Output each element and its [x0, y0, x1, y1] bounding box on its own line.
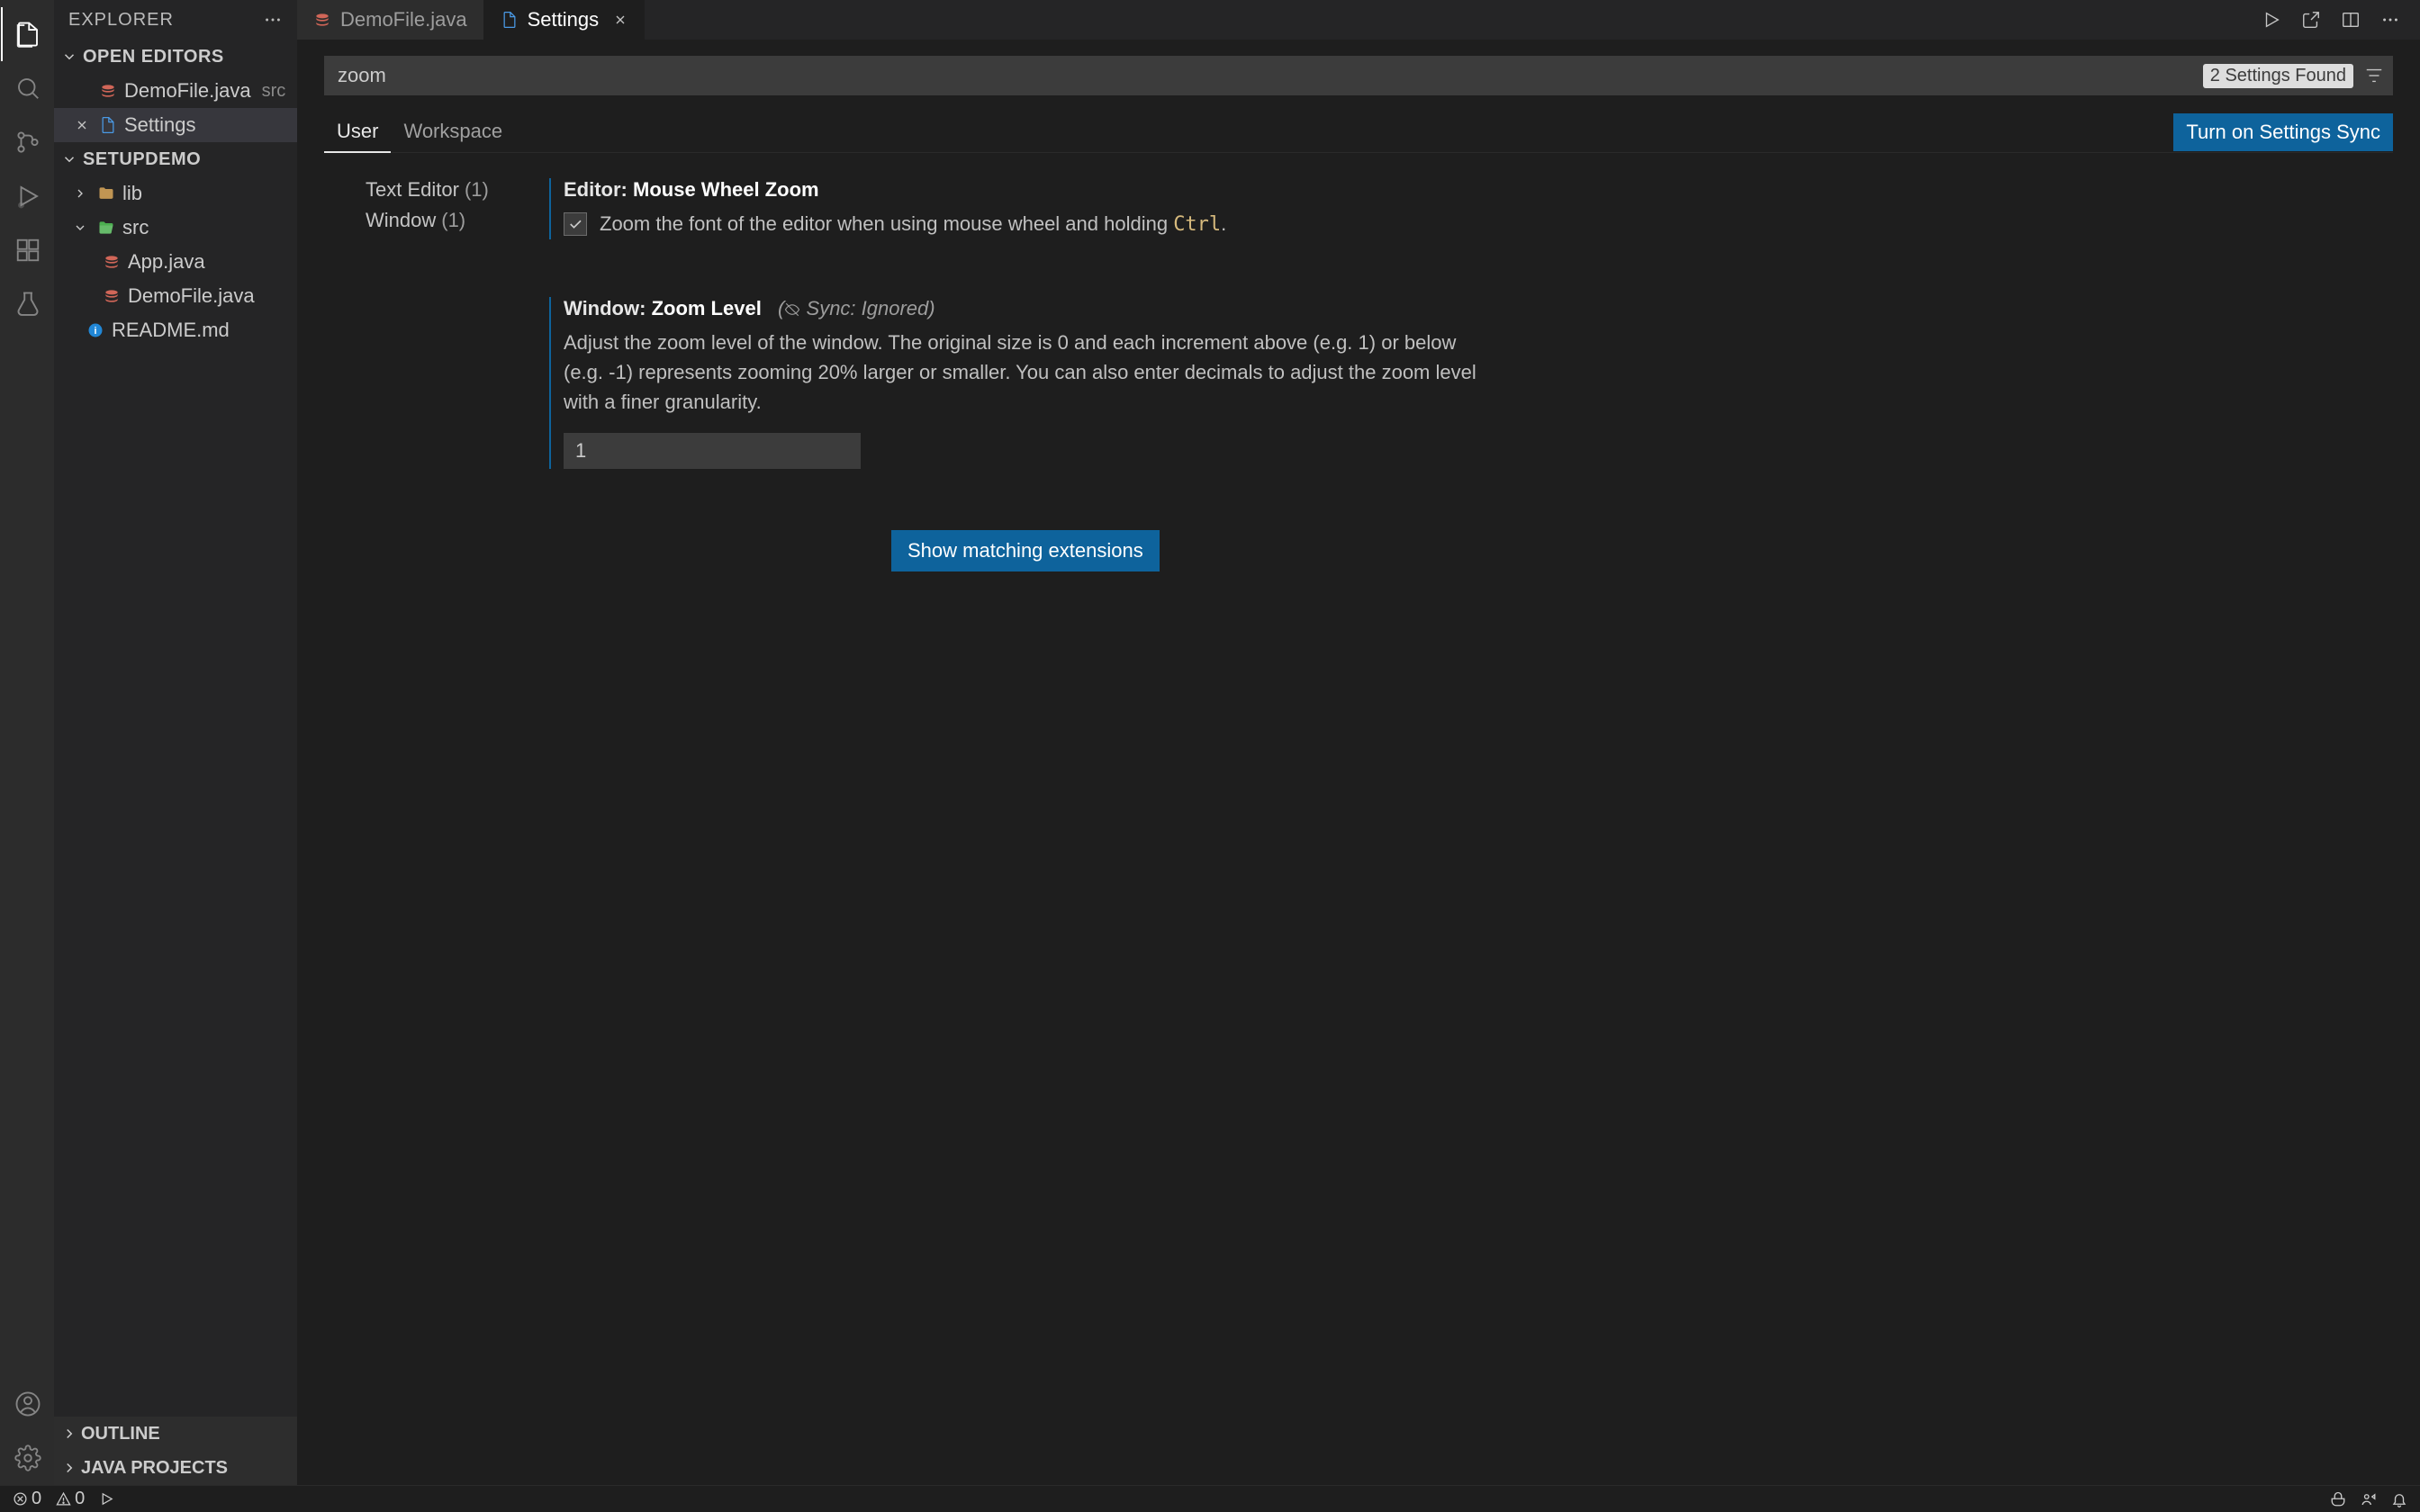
settings-search-row: 2 Settings Found — [324, 56, 2393, 95]
activity-explorer[interactable] — [1, 7, 55, 61]
tree-file[interactable]: DemoFile.java — [54, 279, 297, 313]
setting-window-zoom-level: Window: Zoom Level ( Sync: Ignored) Adju… — [549, 293, 2366, 490]
zoom-level-input[interactable] — [564, 433, 861, 469]
checkbox[interactable] — [564, 212, 587, 236]
settings-scope-row: User Workspace Turn on Settings Sync — [324, 112, 2393, 153]
nav-window[interactable]: Window (1) — [366, 205, 549, 236]
explorer-sidebar: EXPLORER OPEN EDITORS DemoFile.java src … — [54, 0, 297, 1485]
show-matching-extensions-button[interactable]: Show matching extensions — [891, 530, 1160, 572]
activity-debug[interactable] — [1, 169, 55, 223]
folder-open-icon — [97, 219, 115, 237]
folder-icon — [97, 184, 115, 202]
tree-file[interactable]: i README.md — [54, 313, 297, 347]
scope-workspace[interactable]: Workspace — [391, 112, 515, 153]
java-file-icon — [103, 253, 121, 271]
status-feedback[interactable] — [2330, 1491, 2346, 1508]
settings-file-icon — [99, 116, 117, 134]
tab-bar: DemoFile.java Settings — [297, 0, 2420, 40]
scope-user[interactable]: User — [324, 112, 391, 153]
tree-folder[interactable]: src — [54, 211, 297, 245]
ellipsis-icon[interactable] — [263, 10, 283, 30]
status-notifications[interactable] — [2391, 1491, 2407, 1508]
editor-group: DemoFile.java Settings — [297, 0, 2420, 1485]
outline-section[interactable]: OUTLINE — [54, 1417, 297, 1451]
settings-list: Editor: Mouse Wheel Zoom Zoom the font o… — [549, 175, 2393, 1485]
setting-description: Zoom the font of the editor when using m… — [600, 209, 1226, 239]
status-warnings[interactable]: 0 — [56, 1489, 85, 1509]
sidebar-title: EXPLORER — [68, 10, 174, 31]
open-editor-item[interactable]: Settings — [54, 108, 297, 142]
tab-actions — [2242, 0, 2420, 40]
ellipsis-icon[interactable] — [2380, 10, 2400, 30]
settings-found-count: 2 Settings Found — [2203, 64, 2353, 88]
settings-search-input[interactable] — [324, 56, 2393, 95]
activity-scm[interactable] — [1, 115, 55, 169]
settings-sync-button[interactable]: Turn on Settings Sync — [2173, 113, 2393, 151]
status-bar: 0 0 — [0, 1485, 2420, 1512]
open-editors-list: DemoFile.java src Settings — [54, 74, 297, 142]
chevron-right-icon — [70, 186, 90, 201]
tree-folder[interactable]: lib — [54, 176, 297, 211]
sidebar-header: EXPLORER — [54, 0, 297, 40]
tab-demofile[interactable]: DemoFile.java — [297, 0, 484, 40]
info-file-icon: i — [86, 321, 104, 339]
run-icon[interactable] — [2262, 10, 2281, 30]
setting-title: Window: Zoom Level ( Sync: Ignored) — [564, 297, 2366, 320]
activity-settings[interactable] — [1, 1431, 55, 1485]
status-live-share[interactable] — [2361, 1491, 2377, 1508]
chevron-down-icon — [61, 49, 79, 65]
java-file-icon — [99, 82, 117, 100]
open-editor-label: DemoFile.java — [124, 79, 251, 103]
java-projects-section[interactable]: JAVA PROJECTS — [54, 1451, 297, 1485]
java-file-icon — [313, 11, 331, 29]
activity-search[interactable] — [1, 61, 55, 115]
chevron-down-icon — [61, 151, 79, 167]
activity-bar — [0, 0, 54, 1485]
open-changes-icon[interactable] — [2301, 10, 2321, 30]
setting-mouse-wheel-zoom: Editor: Mouse Wheel Zoom Zoom the font o… — [549, 175, 2366, 261]
tab-settings[interactable]: Settings — [484, 0, 646, 40]
filter-icon[interactable] — [2364, 66, 2384, 86]
settings-editor: 2 Settings Found User Workspace Turn on … — [297, 40, 2420, 1485]
settings-nav: Text Editor (1) Window (1) — [324, 175, 549, 1485]
settings-file-icon — [501, 11, 519, 29]
setting-description: Adjust the zoom level of the window. The… — [564, 328, 1500, 417]
activity-extensions[interactable] — [1, 223, 55, 277]
activity-accounts[interactable] — [1, 1377, 55, 1431]
workspace-header[interactable]: SETUPDEMO — [54, 142, 297, 176]
tree-file[interactable]: App.java — [54, 245, 297, 279]
open-editor-label: Settings — [124, 113, 196, 137]
sync-ignored-note: ( Sync: Ignored) — [772, 297, 935, 320]
open-editor-item[interactable]: DemoFile.java src — [54, 74, 297, 108]
status-errors[interactable]: 0 — [13, 1489, 41, 1509]
chevron-right-icon — [61, 1426, 77, 1442]
open-editor-desc: src — [262, 81, 286, 102]
chevron-right-icon — [61, 1460, 77, 1476]
close-icon[interactable] — [608, 13, 628, 27]
chevron-down-icon — [70, 220, 90, 235]
status-debug[interactable] — [99, 1491, 114, 1507]
split-editor-icon[interactable] — [2341, 10, 2361, 30]
svg-text:i: i — [94, 326, 96, 337]
activity-testing[interactable] — [1, 277, 55, 331]
java-file-icon — [103, 287, 121, 305]
setting-title: Editor: Mouse Wheel Zoom — [564, 178, 2366, 202]
nav-text-editor[interactable]: Text Editor (1) — [366, 175, 549, 205]
close-icon[interactable] — [72, 118, 92, 132]
open-editors-header[interactable]: OPEN EDITORS — [54, 40, 297, 74]
file-tree: lib src App.java DemoFile.java i R — [54, 176, 297, 347]
